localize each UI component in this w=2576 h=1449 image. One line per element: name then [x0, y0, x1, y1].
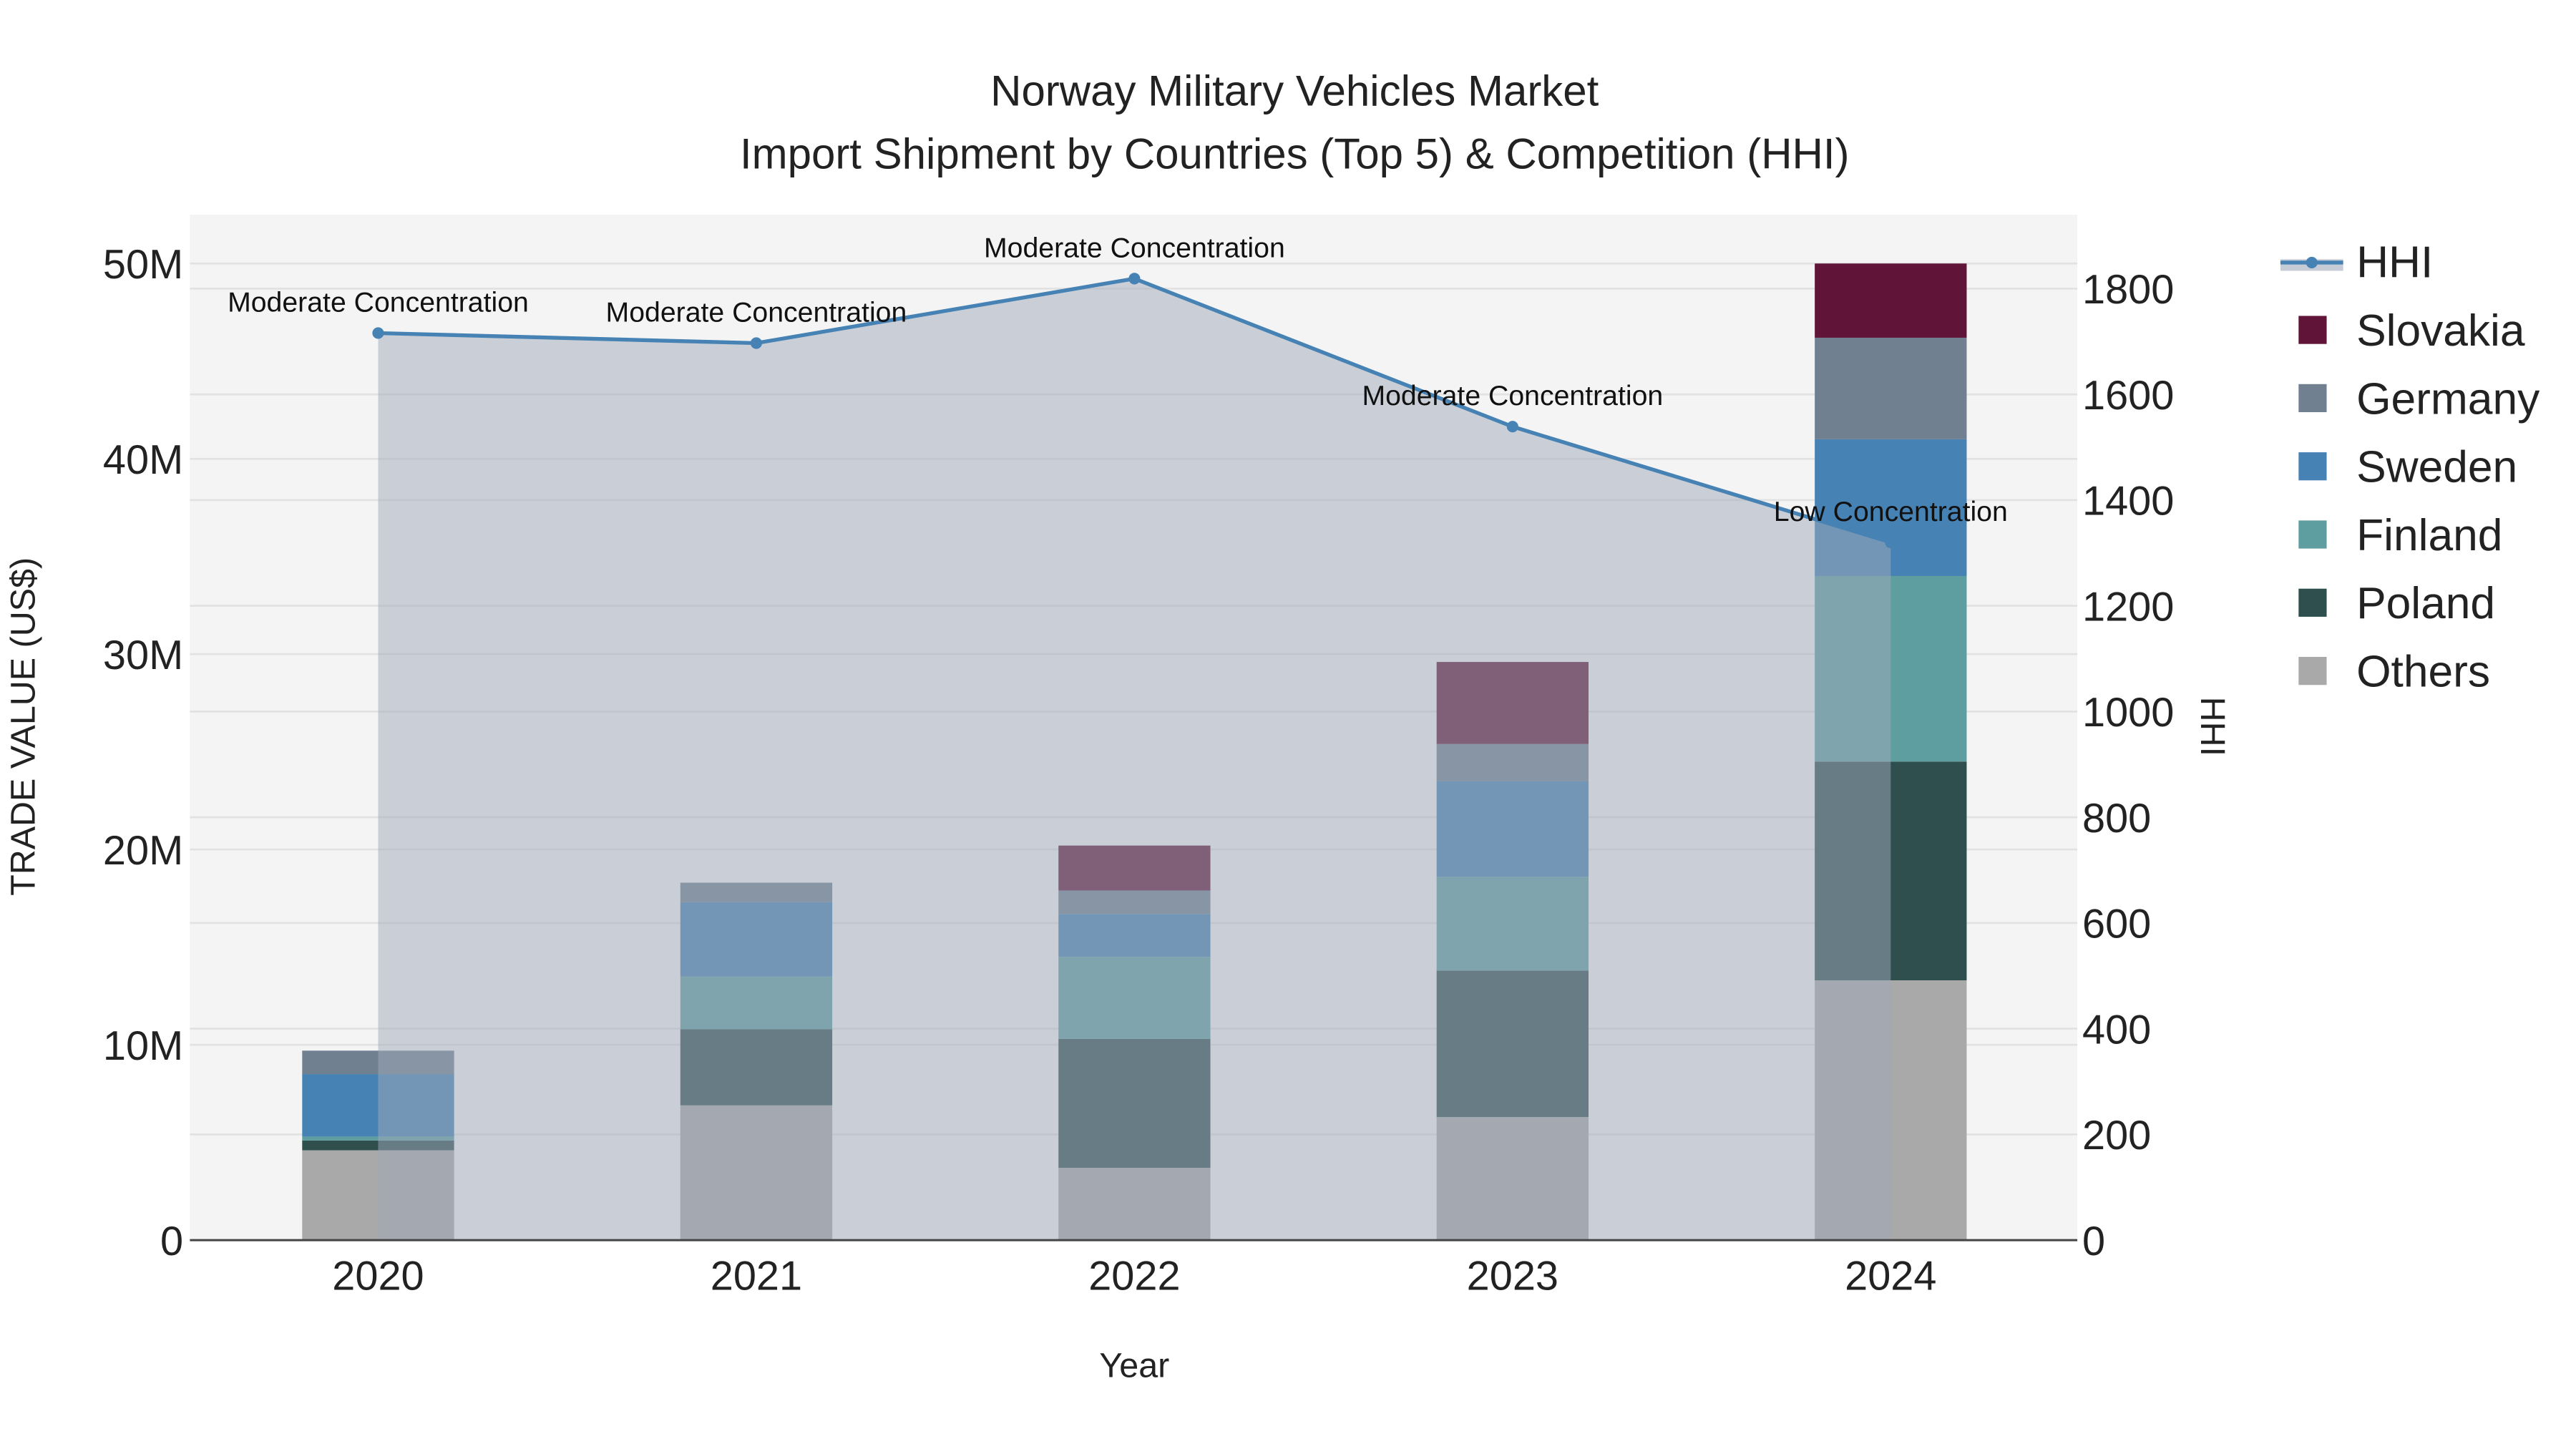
- hhi-point: [372, 327, 384, 339]
- hhi-annotation: Low Concentration: [1774, 496, 2008, 527]
- y2-tick-label: 800: [2082, 796, 2151, 841]
- y2-tick-label: 1000: [2082, 690, 2174, 736]
- hhi-annotation: Moderate Concentration: [606, 297, 907, 328]
- legend-swatch-slovakia: [2298, 316, 2327, 344]
- hhi-point: [750, 337, 762, 349]
- y2-tick-label: 1800: [2082, 267, 2174, 313]
- hhi-annotation: Moderate Concentration: [1362, 380, 1663, 411]
- legend-swatch-germany: [2298, 384, 2327, 412]
- chart: Moderate Concentration Moderate Concentra…: [4, 67, 2540, 1385]
- y2-tick-label: 1400: [2082, 479, 2174, 525]
- y-tick-label: 10M: [103, 1023, 183, 1069]
- legend-label: Germany: [2356, 374, 2540, 424]
- hhi-point: [1128, 273, 1141, 285]
- x-axis-label: Year: [1099, 1347, 1169, 1385]
- chart-subtitle: Import Shipment by Countries (Top 5) & C…: [740, 130, 1850, 177]
- bar-slovakia-2024: [1815, 263, 1967, 338]
- y2-axis-ticks: 0 200 400 600 800 1000 1200 1400 1600 1800: [2082, 267, 2174, 1264]
- legend: HHI Slovakia Germany Sweden Finland Poland Oth…: [2280, 238, 2540, 697]
- x-axis-ticks: 2020 2021 2022 2023 2024: [332, 1253, 1936, 1299]
- legend-label: Others: [2356, 648, 2490, 697]
- legend-swatch-others: [2298, 657, 2327, 686]
- chart-title: Norway Military Vehicles Market: [990, 67, 1599, 115]
- y2-tick-label: 200: [2082, 1113, 2151, 1158]
- y2-tick-label: 1600: [2082, 373, 2174, 419]
- hhi-annotation: Moderate Concentration: [228, 286, 529, 318]
- legend-label: Sweden: [2356, 443, 2517, 492]
- legend-label: Poland: [2356, 579, 2495, 628]
- y-tick-label: 0: [160, 1219, 183, 1264]
- y2-axis-label: HHI: [2193, 697, 2232, 756]
- legend-label: Finland: [2356, 511, 2502, 560]
- y-tick-label: 50M: [103, 242, 183, 288]
- hhi-point: [1885, 536, 1897, 549]
- legend-label: Slovakia: [2356, 306, 2525, 356]
- y-axis-label: TRADE VALUE (US$): [4, 557, 42, 896]
- legend-swatch-finland: [2298, 520, 2327, 549]
- y-axis-ticks: 0 10M 20M 30M 40M 50M: [103, 242, 183, 1264]
- x-tick-label: 2022: [1088, 1253, 1180, 1299]
- legend-swatch-sweden: [2298, 452, 2327, 481]
- legend-swatch-hhi-point: [2306, 256, 2318, 268]
- y2-tick-label: 0: [2082, 1219, 2105, 1264]
- legend-label: HHI: [2356, 238, 2433, 288]
- y2-tick-label: 400: [2082, 1007, 2151, 1053]
- x-tick-label: 2020: [332, 1253, 424, 1299]
- y-tick-label: 20M: [103, 828, 183, 874]
- y-tick-label: 40M: [103, 437, 183, 483]
- x-tick-label: 2024: [1845, 1253, 1936, 1299]
- hhi-annotation: Moderate Concentration: [984, 232, 1285, 263]
- y2-tick-label: 1200: [2082, 584, 2174, 630]
- x-tick-label: 2021: [711, 1253, 802, 1299]
- legend-swatch-poland: [2298, 588, 2327, 617]
- y-tick-label: 30M: [103, 633, 183, 678]
- hhi-point: [1506, 421, 1518, 433]
- y2-tick-label: 600: [2082, 902, 2151, 947]
- x-tick-label: 2023: [1467, 1253, 1558, 1299]
- bar-germany-2024: [1815, 337, 1967, 439]
